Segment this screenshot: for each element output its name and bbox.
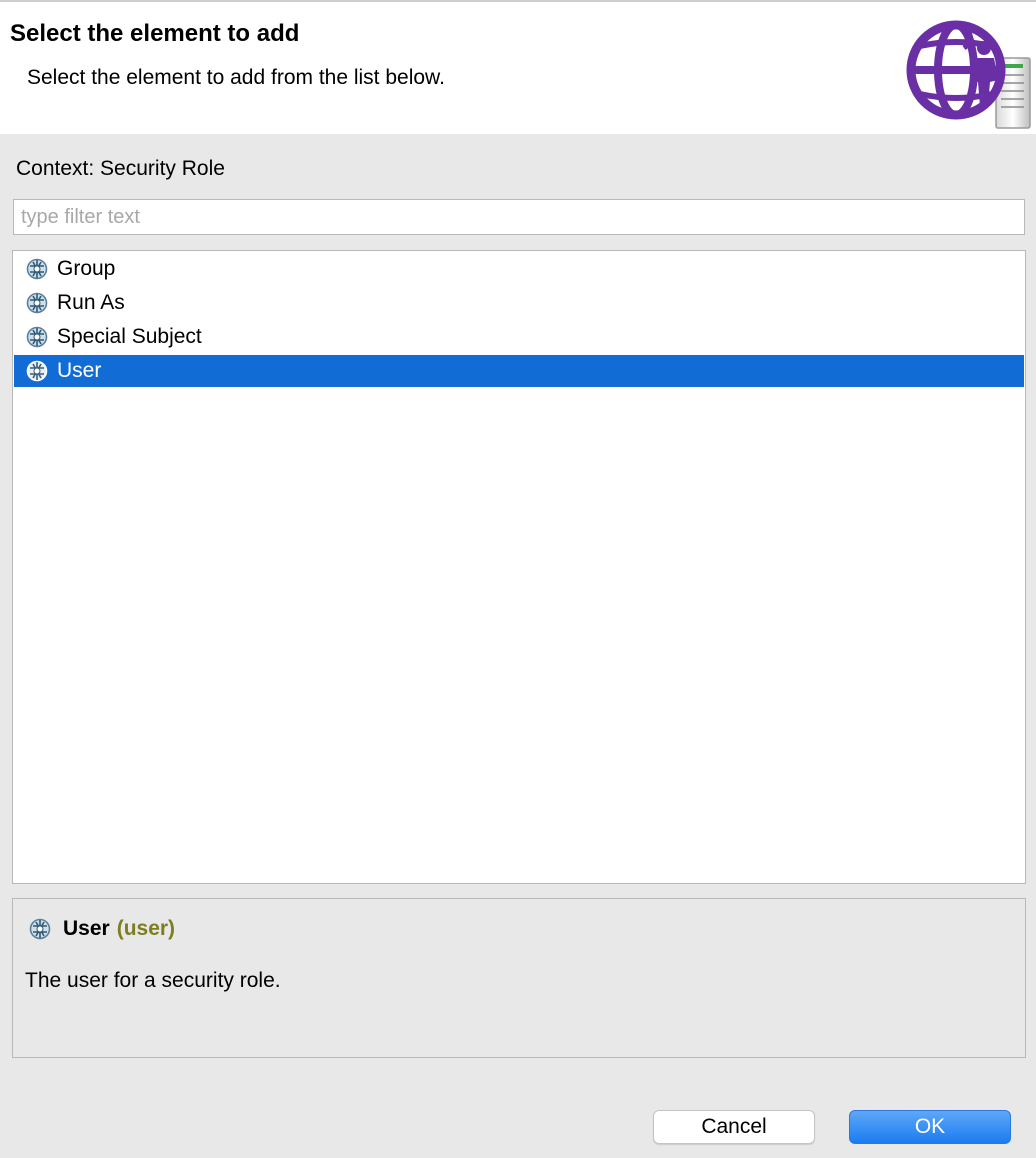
security-element-icon bbox=[26, 258, 48, 280]
list-item-run-as[interactable]: Run As bbox=[14, 287, 1024, 319]
security-element-icon bbox=[29, 918, 51, 940]
security-element-icon bbox=[26, 326, 48, 348]
list-item-label: Group bbox=[57, 257, 116, 280]
element-list[interactable]: Group Run As Special Subject User bbox=[12, 250, 1026, 884]
cancel-button[interactable]: Cancel bbox=[653, 1110, 815, 1144]
context-label: Context: Security Role bbox=[16, 157, 225, 180]
list-item-label: Run As bbox=[57, 291, 125, 314]
filter-input[interactable] bbox=[13, 199, 1025, 235]
detail-description: The user for a security role. bbox=[25, 969, 281, 992]
dialog-description: Select the element to add from the list … bbox=[27, 66, 445, 89]
list-item-group[interactable]: Group bbox=[14, 253, 1024, 285]
ok-button[interactable]: OK bbox=[849, 1110, 1011, 1144]
dialog-header: Select the element to add Select the ele… bbox=[0, 0, 1036, 134]
security-element-icon bbox=[26, 360, 48, 382]
list-item-label: Special Subject bbox=[57, 325, 202, 348]
detail-id: (user) bbox=[116, 917, 176, 940]
detail-header: User (user) bbox=[29, 917, 175, 941]
detail-name: User bbox=[63, 917, 110, 940]
dialog-title: Select the element to add bbox=[10, 20, 300, 47]
security-element-icon bbox=[26, 292, 48, 314]
detail-panel: User (user) The user for a security role… bbox=[12, 898, 1026, 1058]
list-item-special-subject[interactable]: Special Subject bbox=[14, 321, 1024, 353]
server-globe-icon bbox=[906, 20, 1031, 129]
list-item-label: User bbox=[57, 359, 102, 382]
list-item-user[interactable]: User bbox=[14, 355, 1024, 387]
